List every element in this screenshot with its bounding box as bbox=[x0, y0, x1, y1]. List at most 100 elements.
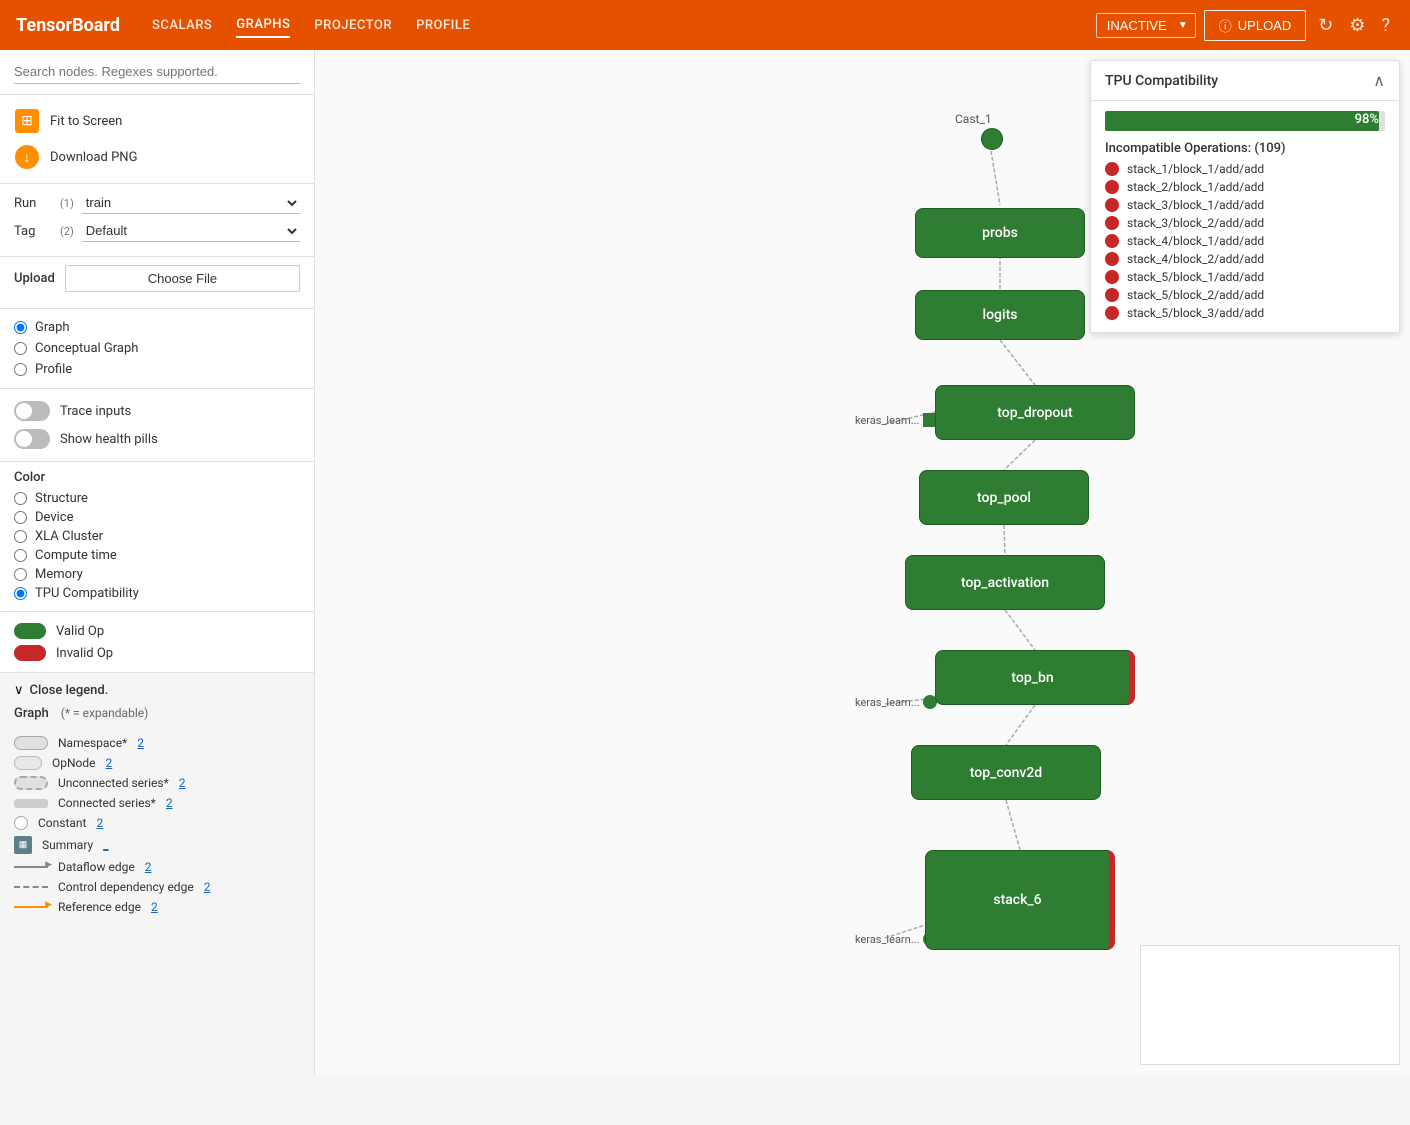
cast1-node[interactable] bbox=[981, 128, 1003, 150]
tpu-list-item: stack_3/block_2/add/add bbox=[1105, 214, 1385, 232]
profile-radio[interactable] bbox=[14, 363, 27, 376]
top-dropout-node[interactable]: top_dropout bbox=[935, 385, 1135, 440]
legend-summary-link[interactable]: _ bbox=[103, 838, 108, 852]
connected-series-icon bbox=[14, 799, 48, 808]
color-memory-radio[interactable] bbox=[14, 568, 27, 581]
color-device-row: Device bbox=[14, 508, 300, 527]
legend-dataflow-link[interactable]: 2 bbox=[145, 860, 152, 874]
legend-connected-row: Connected series* 2 bbox=[14, 793, 300, 813]
tpu-list: stack_1/block_1/add/add stack_2/block_1/… bbox=[1091, 160, 1399, 332]
topnav: TensorBoard SCALARS GRAPHS PROJECTOR PRO… bbox=[0, 0, 1410, 50]
choose-file-button[interactable]: Choose File bbox=[65, 265, 300, 292]
constant-icon bbox=[14, 816, 28, 830]
trace-inputs-label: Trace inputs bbox=[60, 404, 131, 419]
color-memory-label[interactable]: Memory bbox=[35, 567, 83, 582]
tpu-list-item: stack_3/block_1/add/add bbox=[1105, 196, 1385, 214]
legend-control-dep-link[interactable]: 2 bbox=[204, 880, 211, 894]
profile-radio-row: Profile bbox=[14, 359, 300, 380]
show-health-pills-slider bbox=[14, 429, 50, 449]
tag-row: Tag (2) Default bbox=[14, 220, 300, 242]
color-structure-radio[interactable] bbox=[14, 492, 27, 505]
legend-close-row[interactable]: ∨ Close legend. bbox=[14, 683, 300, 698]
run-count: (1) bbox=[60, 197, 74, 210]
conceptual-graph-radio-label[interactable]: Conceptual Graph bbox=[35, 341, 138, 356]
upload-button[interactable]: ⓘ UPLOAD bbox=[1204, 10, 1306, 41]
settings-icon[interactable]: ⚙ bbox=[1345, 11, 1369, 40]
graph-radio-label[interactable]: Graph bbox=[35, 320, 70, 335]
profile-radio-label[interactable]: Profile bbox=[35, 362, 72, 377]
tpu-item-label: stack_4/block_1/add/add bbox=[1127, 234, 1264, 248]
tpu-item-label: stack_3/block_2/add/add bbox=[1127, 216, 1264, 230]
graph-radio[interactable] bbox=[14, 321, 27, 334]
legend-constant-label: Constant bbox=[38, 816, 86, 830]
valid-op-label: Valid Op bbox=[56, 624, 104, 639]
mini-map[interactable] bbox=[1140, 945, 1400, 1065]
download-png-row[interactable]: ↓ Download PNG bbox=[14, 139, 300, 175]
conceptual-graph-radio[interactable] bbox=[14, 342, 27, 355]
top-pool-node[interactable]: top_pool bbox=[919, 470, 1089, 525]
trace-inputs-toggle[interactable] bbox=[14, 401, 50, 421]
fit-to-screen-row[interactable]: ⊞ Fit to Screen bbox=[14, 103, 300, 139]
opnode-icon bbox=[14, 756, 42, 770]
tpu-item-label: stack_3/block_1/add/add bbox=[1127, 198, 1264, 212]
tpu-panel-header: TPU Compatibility ∧ bbox=[1091, 61, 1399, 101]
tpu-dot bbox=[1105, 198, 1119, 212]
color-device-label[interactable]: Device bbox=[35, 510, 74, 525]
color-structure-label[interactable]: Structure bbox=[35, 491, 88, 506]
nav-scalars[interactable]: SCALARS bbox=[152, 14, 212, 37]
tag-select[interactable]: Default bbox=[82, 220, 300, 242]
tpu-list-item: stack_5/block_1/add/add bbox=[1105, 268, 1385, 286]
top-bn-node[interactable]: top_bn bbox=[935, 650, 1135, 705]
tpu-panel-title: TPU Compatibility bbox=[1105, 73, 1218, 89]
color-compute-radio[interactable] bbox=[14, 549, 27, 562]
logits-node[interactable]: logits bbox=[915, 290, 1085, 340]
main-graph-area[interactable]: Cast_1 probs logits keras_learn... top_d… bbox=[315, 50, 1410, 1075]
nav-profile[interactable]: PROFILE bbox=[416, 14, 470, 37]
refresh-icon[interactable]: ↻ bbox=[1314, 11, 1337, 40]
tpu-dot bbox=[1105, 216, 1119, 230]
status-select[interactable]: INACTIVE bbox=[1096, 13, 1196, 38]
legend-dataflow-row: Dataflow edge 2 bbox=[14, 857, 300, 877]
color-xla-label[interactable]: XLA Cluster bbox=[35, 529, 103, 544]
legend-namespace-link[interactable]: 2 bbox=[137, 736, 144, 750]
color-tpu-row: TPU Compatibility bbox=[14, 584, 300, 603]
legend-reference-link[interactable]: 2 bbox=[151, 900, 158, 914]
help-icon[interactable]: ? bbox=[1377, 11, 1394, 40]
run-select[interactable]: train bbox=[82, 192, 300, 214]
legend-opnode-link[interactable]: 2 bbox=[106, 756, 113, 770]
legend-control-dep-row: Control dependency edge 2 bbox=[14, 877, 300, 897]
tpu-dot bbox=[1105, 270, 1119, 284]
top-activation-node[interactable]: top_activation bbox=[905, 555, 1105, 610]
color-tpu-radio[interactable] bbox=[14, 587, 27, 600]
tpu-list-item: stack_5/block_3/add/add bbox=[1105, 304, 1385, 322]
color-tpu-label[interactable]: TPU Compatibility bbox=[35, 586, 139, 601]
color-compute-row: Compute time bbox=[14, 546, 300, 565]
legend-summary-label: Summary bbox=[42, 838, 93, 852]
tpu-list-item: stack_2/block_1/add/add bbox=[1105, 178, 1385, 196]
legend-unconnected-link[interactable]: 2 bbox=[179, 776, 186, 790]
legend-connected-link[interactable]: 2 bbox=[166, 796, 173, 810]
tpu-dot bbox=[1105, 288, 1119, 302]
invalid-op-row: Invalid Op bbox=[14, 642, 300, 664]
nav-graphs[interactable]: GRAPHS bbox=[236, 13, 290, 38]
probs-node[interactable]: probs bbox=[915, 208, 1085, 258]
fit-to-screen-icon: ⊞ bbox=[15, 109, 39, 133]
color-section: Color Structure Device XLA Cluster Compu… bbox=[0, 462, 314, 612]
color-xla-radio[interactable] bbox=[14, 530, 27, 543]
sidebar: ⊞ Fit to Screen ↓ Download PNG Run (1) t… bbox=[0, 50, 315, 1075]
show-health-pills-toggle[interactable] bbox=[14, 429, 50, 449]
tpu-item-label: stack_5/block_1/add/add bbox=[1127, 270, 1264, 284]
tpu-dot bbox=[1105, 306, 1119, 320]
top-conv2d-node[interactable]: top_conv2d bbox=[911, 745, 1101, 800]
color-compute-label[interactable]: Compute time bbox=[35, 548, 117, 563]
tpu-panel-close-button[interactable]: ∧ bbox=[1373, 71, 1385, 90]
nav-projector[interactable]: PROJECTOR bbox=[314, 14, 392, 37]
color-device-radio[interactable] bbox=[14, 511, 27, 524]
summary-icon: ▦ bbox=[14, 836, 32, 854]
legend-reference-row: Reference edge 2 bbox=[14, 897, 300, 917]
show-health-pills-row: Show health pills bbox=[14, 425, 300, 453]
search-input[interactable] bbox=[14, 60, 300, 84]
tpu-item-label: stack_2/block_1/add/add bbox=[1127, 180, 1264, 194]
legend-constant-link[interactable]: 2 bbox=[96, 816, 103, 830]
stack6-node[interactable]: stack_6 bbox=[925, 850, 1115, 950]
